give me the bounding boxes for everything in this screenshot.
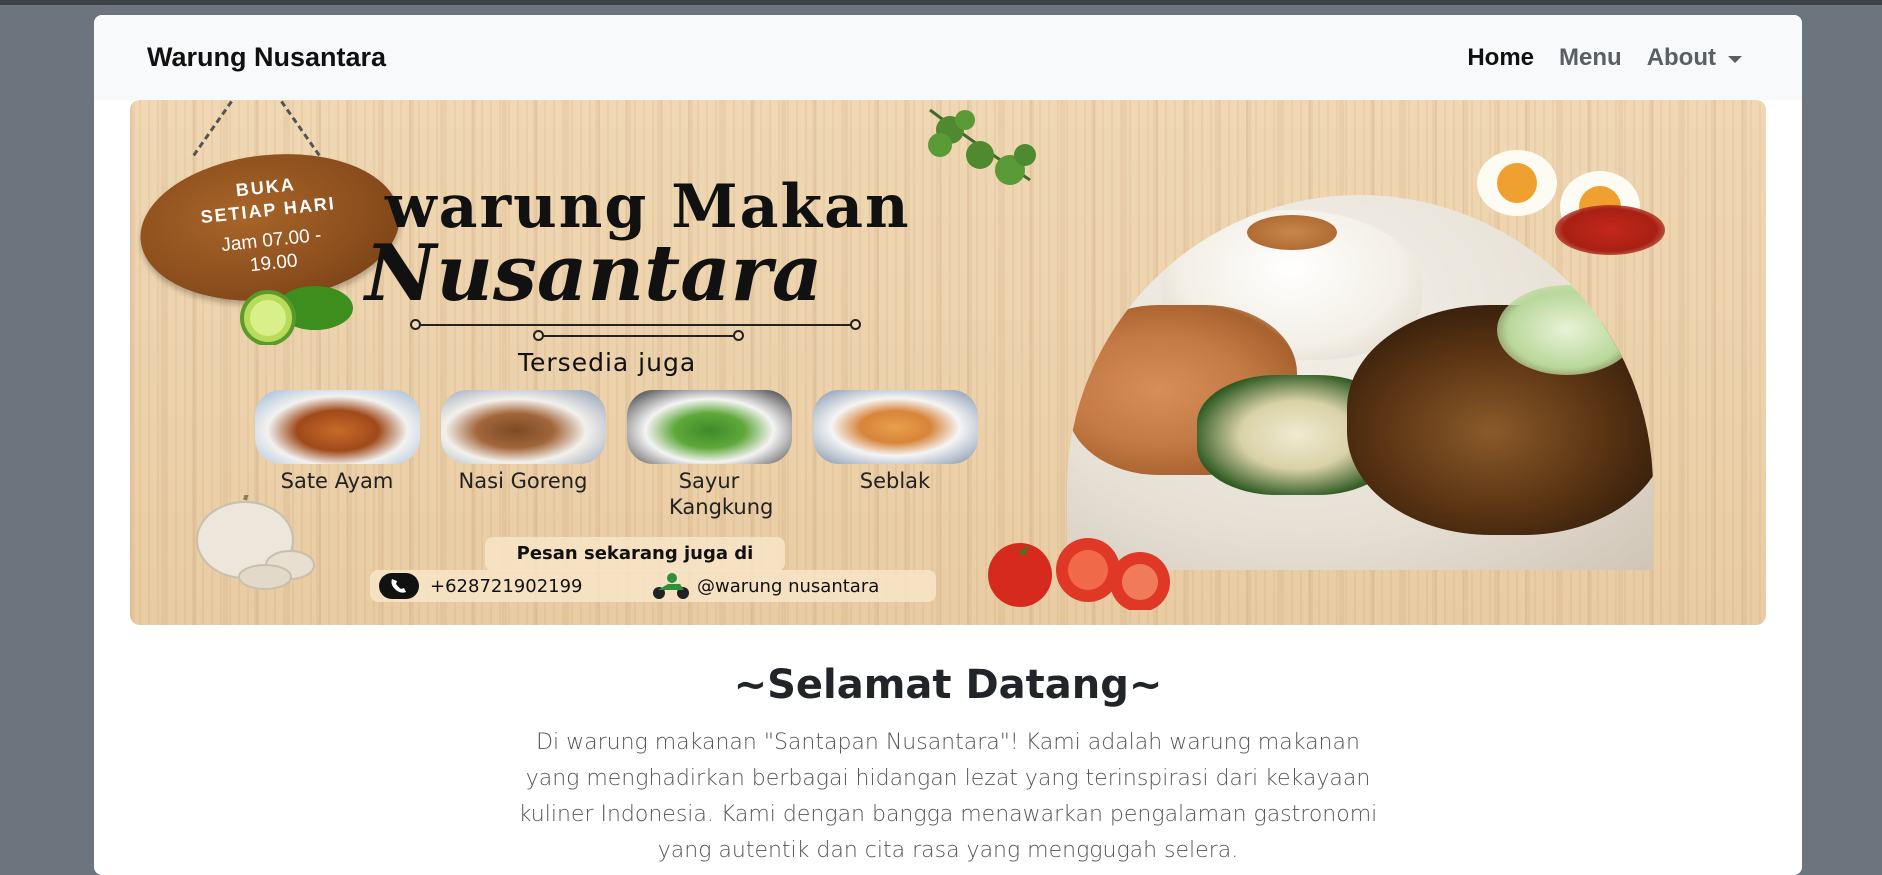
nasi-food-photo	[1067, 195, 1653, 570]
chain-right	[280, 100, 323, 160]
nav-link-about-label: About	[1646, 44, 1716, 71]
decorative-dot	[733, 330, 744, 341]
phone-number: +628721902199	[430, 576, 583, 597]
nav-link-home[interactable]: Home	[1467, 44, 1534, 72]
parsley-icon	[928, 108, 1036, 185]
dish-label-sate-ayam: Sate Ayam	[280, 469, 394, 493]
brand-link[interactable]: Warung Nusantara	[147, 42, 386, 73]
nav-links: Home Menu About	[1442, 44, 1742, 72]
decorative-line-1	[416, 324, 856, 326]
decorative-dot	[533, 330, 544, 341]
welcome-heading: ~Selamat Datang~	[733, 662, 1163, 708]
banner-subtitle: Tersedia juga	[518, 348, 697, 377]
phone-handset-icon	[391, 579, 406, 593]
scooter-delivery-icon	[653, 573, 689, 599]
dish-image-seblak	[813, 390, 978, 464]
caret-down-icon	[1728, 55, 1742, 63]
decorative-line-2	[538, 335, 738, 337]
hero-banner-image: BUKA SETIAP HARI Jam 07.00 - 19.00 warun…	[130, 100, 1766, 625]
dish-label-nasi-goreng: Nasi Goreng	[458, 469, 588, 493]
nav-link-home-label: Home	[1467, 44, 1535, 71]
dish-image-sayur-kangkung	[627, 390, 792, 464]
order-caption-text: Pesan sekarang juga di	[516, 543, 754, 564]
banner-title-line2: Nusantara	[365, 228, 823, 319]
lime-icon	[240, 286, 353, 345]
nav-link-menu-label: Menu	[1559, 44, 1622, 71]
social-handle: @warung nusantara	[697, 576, 880, 597]
decorative-dot	[410, 319, 421, 330]
nav-link-about-dropdown[interactable]: About	[1647, 44, 1742, 72]
dish-image-nasi-goreng	[441, 390, 606, 464]
decorative-dot	[850, 319, 861, 330]
fried-shallot-topping	[1247, 215, 1337, 250]
navbar: Warung Nusantara Home Menu About	[94, 15, 1802, 100]
dish-image-sate-ayam	[255, 390, 420, 464]
welcome-paragraph: Di warung makanan "Santapan Nusantara"! …	[518, 730, 1378, 863]
sambal-bowl	[1555, 205, 1665, 255]
page-container: Warung Nusantara Home Menu About BUKA SE…	[94, 15, 1802, 875]
nav-link-menu[interactable]: Menu	[1559, 44, 1622, 72]
dish-label-seblak: Seblak	[859, 469, 931, 493]
order-caption: Pesan sekarang juga di	[485, 537, 785, 571]
cucumber-slices	[1497, 285, 1637, 375]
dish-label-sayur-kangkung: Sayur Kangkung	[669, 469, 774, 519]
garlic-icon	[196, 495, 315, 590]
window-top-edge	[0, 0, 1882, 5]
chain-left	[190, 100, 233, 160]
tomato-icon	[988, 538, 1170, 610]
